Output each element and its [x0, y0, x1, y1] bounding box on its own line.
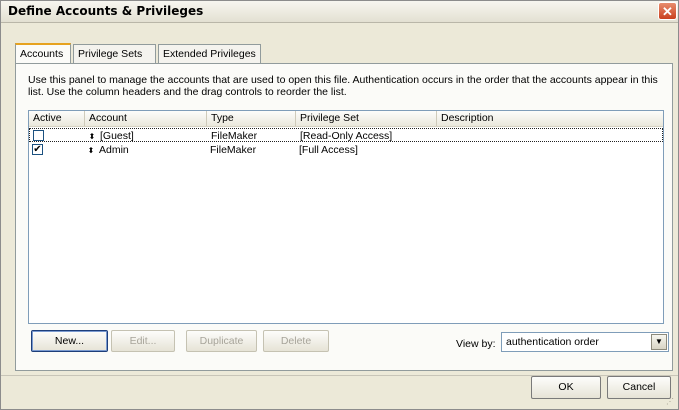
view-by-select[interactable]: authentication order ▼ — [501, 332, 669, 352]
account-cell: ⬍ [Guest] — [88, 129, 134, 143]
account-cell: ⬍ Admin — [87, 143, 129, 157]
privilege-set-cell: [Full Access] — [299, 144, 358, 156]
column-header-description[interactable]: Description — [437, 111, 665, 126]
chevron-down-icon[interactable]: ▼ — [651, 334, 667, 350]
active-checkbox[interactable] — [33, 130, 44, 141]
list-header: Active Account Type Privilege Set Descri… — [29, 111, 663, 127]
duplicate-button[interactable]: Duplicate — [186, 330, 257, 352]
privilege-set-cell: [Read-Only Access] — [300, 130, 393, 142]
title-bar[interactable]: Define Accounts & Privileges ✕ — [1, 1, 678, 23]
accounts-panel: Use this panel to manage the accounts th… — [15, 63, 673, 371]
table-row[interactable]: ⬍ [Guest] FileMaker [Read-Only Access] — [29, 128, 663, 142]
ok-button[interactable]: OK — [531, 376, 601, 399]
view-by-selected-value: authentication order — [506, 336, 599, 348]
table-row[interactable]: ✔ ⬍ Admin FileMaker [Full Access] — [29, 143, 663, 157]
edit-button[interactable]: Edit... — [111, 330, 175, 352]
cancel-button[interactable]: Cancel — [607, 376, 671, 399]
tab-accounts[interactable]: Accounts — [15, 43, 71, 64]
drag-handle-icon[interactable]: ⬍ — [88, 130, 96, 144]
account-name: Admin — [99, 144, 129, 156]
account-name: [Guest] — [100, 130, 134, 142]
close-icon[interactable]: ✕ — [658, 2, 677, 20]
column-header-active[interactable]: Active — [29, 111, 85, 126]
column-header-account[interactable]: Account — [85, 111, 207, 126]
delete-button[interactable]: Delete — [263, 330, 329, 352]
tab-extended-privileges[interactable]: Extended Privileges — [158, 44, 261, 63]
resize-grip-icon[interactable]: ⋰ — [666, 397, 676, 407]
active-checkbox[interactable]: ✔ — [32, 144, 43, 155]
window-title: Define Accounts & Privileges — [8, 4, 204, 18]
column-header-privilege-set[interactable]: Privilege Set — [296, 111, 437, 126]
new-button[interactable]: New... — [31, 330, 108, 352]
panel-description: Use this panel to manage the accounts th… — [28, 74, 658, 98]
dialog-window: Define Accounts & Privileges ✕ Accounts … — [0, 0, 679, 410]
tab-privilege-sets[interactable]: Privilege Sets — [73, 44, 156, 63]
type-cell: FileMaker — [210, 144, 257, 156]
type-cell: FileMaker — [211, 130, 258, 142]
drag-handle-icon[interactable]: ⬍ — [87, 144, 95, 158]
column-header-type[interactable]: Type — [207, 111, 296, 126]
view-by-label: View by: — [456, 338, 496, 350]
accounts-list[interactable]: Active Account Type Privilege Set Descri… — [28, 110, 664, 324]
